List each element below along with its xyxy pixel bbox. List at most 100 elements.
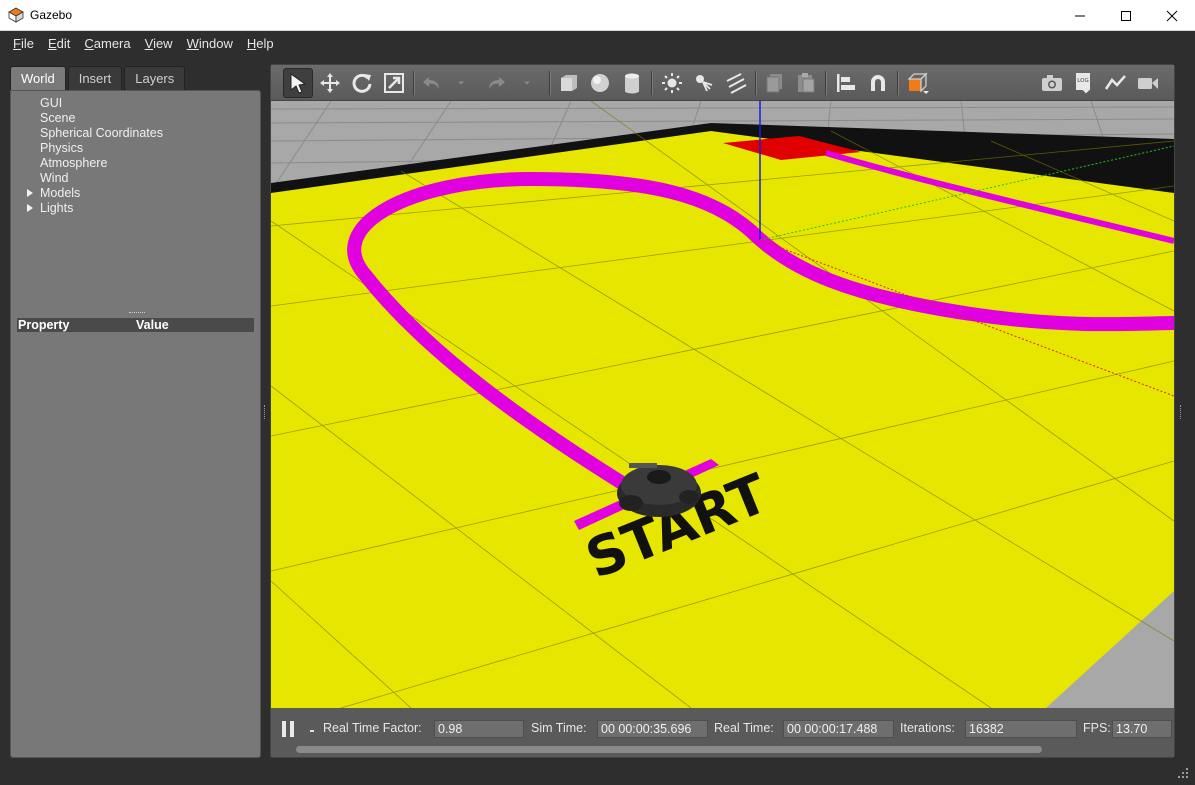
real-time-label: Real Time:	[714, 721, 774, 735]
pause-icon	[290, 721, 294, 737]
3d-viewport[interactable]: START	[271, 101, 1174, 708]
toolbar-separator	[651, 71, 653, 95]
plot-button[interactable]	[1101, 68, 1131, 98]
copy-icon	[766, 74, 782, 93]
maximize-button[interactable]	[1103, 0, 1149, 31]
minimize-button[interactable]	[1057, 0, 1103, 31]
gazebo-logo-icon	[8, 7, 24, 23]
translate-mode-button[interactable]	[315, 68, 345, 98]
resize-grip-icon[interactable]	[1177, 767, 1189, 779]
snap-button[interactable]	[863, 68, 893, 98]
undo-button[interactable]	[417, 68, 447, 98]
tree-item-label: Models	[40, 186, 81, 200]
menu-view[interactable]: View	[145, 36, 173, 51]
scale-mode-button[interactable]	[379, 68, 409, 98]
window-title: Gazebo	[30, 8, 73, 22]
box-icon	[561, 75, 577, 91]
left-splitter-handle[interactable]	[264, 405, 267, 419]
paste-icon	[798, 73, 815, 93]
rotate-mode-button[interactable]	[347, 68, 377, 98]
insert-cylinder-button[interactable]	[617, 68, 647, 98]
screenshot-button[interactable]	[1037, 68, 1067, 98]
tab-insert[interactable]: Insert	[67, 66, 123, 90]
simulation-status-bar: Real Time Factor: 0.98 Sim Time: 00 00:0…	[271, 708, 1174, 757]
step-icon[interactable]	[310, 730, 314, 732]
spot-light-icon	[696, 75, 713, 92]
toolbar-separator	[755, 71, 757, 95]
close-button[interactable]	[1149, 0, 1195, 31]
toolbar-separator	[825, 71, 827, 95]
insert-point-light-button[interactable]	[657, 68, 687, 98]
value-column-header: Value	[136, 318, 169, 332]
copy-button[interactable]	[760, 68, 790, 98]
align-button[interactable]	[831, 68, 861, 98]
iterations-label: Iterations:	[900, 721, 955, 735]
world-tree: GUI Scene Spherical Coordinates Physics …	[11, 96, 260, 216]
view-angle-icon	[907, 72, 929, 94]
real-time-factor-value: 0.98	[434, 720, 524, 738]
menu-window[interactable]: Window	[187, 36, 233, 51]
fps-value: 13.70	[1112, 720, 1172, 738]
snap-icon	[871, 75, 885, 91]
panel-splitter-handle[interactable]	[129, 312, 145, 315]
screenshot-icon	[1042, 75, 1062, 91]
horizontal-scrollbar[interactable]	[296, 746, 1042, 753]
iterations-value: 16382	[965, 720, 1077, 738]
tree-item-label: Wind	[40, 171, 69, 185]
menu-file[interactable]: File	[13, 36, 34, 51]
log-button[interactable]: LOG	[1069, 68, 1099, 98]
expand-arrow-icon[interactable]	[27, 204, 33, 212]
tree-item-atmosphere[interactable]: Atmosphere	[11, 156, 260, 171]
toolbar-separator	[897, 71, 899, 95]
tree-item-gui[interactable]: GUI	[11, 96, 260, 111]
redo-button[interactable]	[481, 68, 511, 98]
point-light-icon	[662, 73, 682, 93]
expand-arrow-icon[interactable]	[27, 189, 33, 197]
redo-icon	[489, 77, 505, 89]
view-angle-button[interactable]	[903, 68, 933, 98]
close-icon	[1166, 10, 1178, 21]
insert-directional-light-button[interactable]	[721, 68, 751, 98]
log-icon: LOG	[1076, 73, 1090, 94]
select-mode-button[interactable]	[283, 68, 313, 98]
record-video-button[interactable]	[1133, 68, 1163, 98]
undo-icon	[423, 77, 439, 89]
redo-history-button[interactable]	[517, 68, 537, 98]
undo-history-button[interactable]	[451, 68, 471, 98]
insert-box-button[interactable]	[554, 68, 584, 98]
tree-item-lights[interactable]: Lights	[11, 201, 260, 216]
tree-item-models[interactable]: Models	[11, 186, 260, 201]
svg-text:LOG: LOG	[1077, 78, 1088, 84]
menu-camera[interactable]: Camera	[84, 36, 130, 51]
tree-item-label: GUI	[40, 96, 63, 110]
real-time-factor-label: Real Time Factor:	[323, 721, 422, 735]
property-column-header: Property	[18, 318, 70, 332]
tab-world[interactable]: World	[10, 66, 66, 90]
record-video-icon	[1138, 78, 1158, 89]
tab-layers[interactable]: Layers	[124, 66, 186, 90]
tree-item-label: Scene	[40, 111, 76, 125]
directional-light-icon	[726, 73, 747, 94]
tree-item-physics[interactable]: Physics	[11, 141, 260, 156]
paste-button[interactable]	[791, 68, 821, 98]
pause-button[interactable]	[281, 721, 297, 737]
menu-help[interactable]: Help	[247, 36, 274, 51]
fps-label: FPS:	[1083, 721, 1111, 735]
right-splitter-handle[interactable]	[1180, 405, 1183, 419]
title-bar: Gazebo	[0, 0, 1195, 31]
tree-item-scene[interactable]: Scene	[11, 111, 260, 126]
tree-item-spherical-coordinates[interactable]: Spherical Coordinates	[11, 126, 260, 141]
plot-icon	[1104, 75, 1126, 90]
scene-render[interactable]: START	[271, 101, 1174, 708]
minimize-icon	[1075, 15, 1085, 16]
sim-time-value: 00 00:00:35.696	[597, 720, 708, 738]
redo-dropdown-icon	[524, 81, 530, 85]
insert-spot-light-button[interactable]	[689, 68, 719, 98]
insert-sphere-button[interactable]	[585, 68, 615, 98]
cylinder-icon	[625, 73, 639, 94]
undo-dropdown-icon	[458, 81, 464, 85]
tree-item-wind[interactable]: Wind	[11, 171, 260, 186]
world-panel: GUI Scene Spherical Coordinates Physics …	[10, 90, 261, 758]
menu-bar: File Edit Camera View Window Help	[0, 31, 1195, 55]
menu-edit[interactable]: Edit	[48, 36, 70, 51]
